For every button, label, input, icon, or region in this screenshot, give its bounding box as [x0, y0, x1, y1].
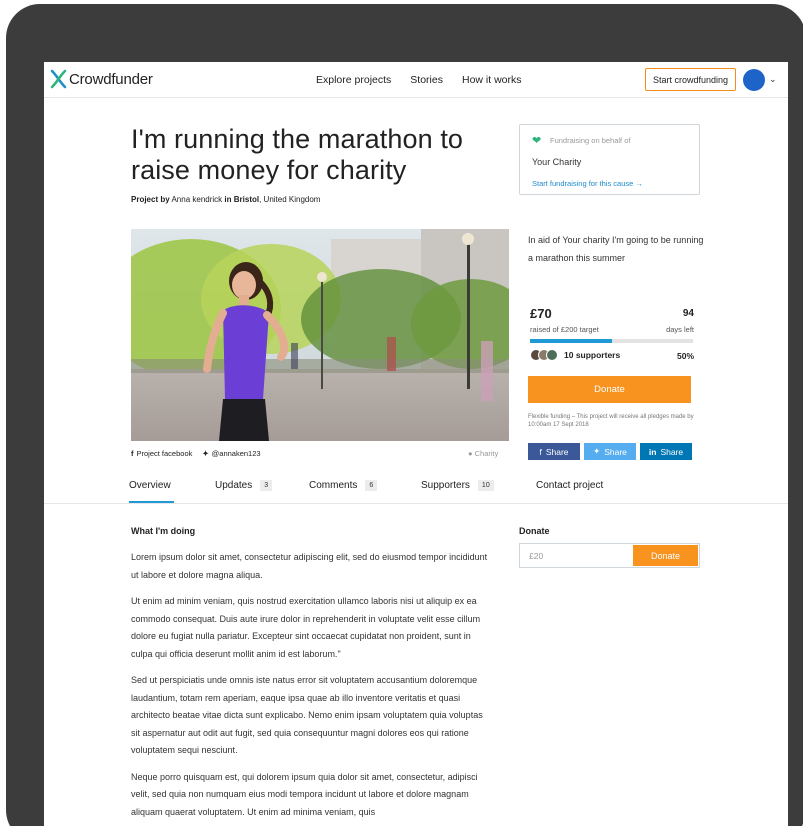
- tab-overview[interactable]: Overview: [129, 480, 171, 491]
- project-tabs: Overview Updates 3 Comments 6 Supporters…: [44, 474, 788, 504]
- facebook-icon: f: [539, 446, 542, 457]
- category-label: Charity: [474, 449, 499, 458]
- linkedin-share-button[interactable]: in Share: [640, 443, 692, 460]
- nav-explore-projects[interactable]: Explore projects: [316, 74, 391, 86]
- supporters-count: 10 supporters: [564, 350, 621, 360]
- facebook-icon: f: [131, 449, 134, 458]
- project-byline: Project by Anna kendrick in Bristol, Uni…: [131, 195, 320, 204]
- page-title: I'm running the marathon to raise money …: [131, 124, 464, 185]
- funding-progress-bar: [530, 339, 693, 343]
- share-buttons: f Share ✦ Share in Share: [528, 443, 692, 460]
- byline-prefix: Project by: [131, 195, 170, 204]
- tablet-frame: Crowdfunder Explore projects Stories How…: [6, 4, 803, 826]
- byline-in: in: [224, 195, 232, 204]
- author-link[interactable]: Anna kendrick: [171, 195, 222, 204]
- tab-count-badge: 10: [477, 480, 494, 491]
- brand-logo[interactable]: Crowdfunder: [50, 69, 153, 89]
- tab-label: Updates: [215, 480, 253, 491]
- project-summary: In aid of Your charity I'm going to be r…: [528, 235, 704, 263]
- description-paragraph: Sed ut perspiciatis unde omnis iste natu…: [131, 675, 483, 755]
- description-paragraph: Lorem ipsum dolor sit amet, consectetur …: [131, 552, 488, 580]
- tab-supporters[interactable]: Supporters 10: [421, 480, 494, 491]
- brand-name: Crowdfunder: [69, 70, 153, 88]
- top-nav: Crowdfunder Explore projects Stories How…: [44, 62, 788, 98]
- raised-target: raised of £200 target: [530, 325, 599, 334]
- donate-box-title: Donate: [519, 526, 550, 536]
- byline-country: , United Kingdom: [259, 195, 321, 204]
- tag-icon: ●: [468, 449, 473, 458]
- supporter-avatar: [546, 349, 558, 361]
- linkedin-icon: in: [648, 446, 657, 457]
- start-crowdfunding-button[interactable]: Start crowdfunding: [645, 68, 736, 91]
- project-description: Lorem ipsum dolor sit amet, consectetur …: [131, 549, 493, 826]
- funding-progress-fill: [530, 339, 612, 343]
- tab-contact-project[interactable]: Contact project: [536, 480, 603, 491]
- description-paragraph: Ut enim ad minim veniam, quis nostrud ex…: [131, 596, 481, 659]
- project-facebook-label: Project facebook: [136, 449, 193, 458]
- byline-city: Bristol: [233, 195, 260, 204]
- start-fundraising-link[interactable]: Start fundraising for this cause →: [532, 179, 643, 188]
- twitter-icon: ✦: [593, 446, 601, 456]
- tab-label: Contact project: [536, 480, 604, 491]
- share-label: Share: [660, 446, 684, 457]
- active-tab-indicator: [129, 501, 174, 503]
- donate-amount-input[interactable]: [520, 550, 630, 561]
- tab-label: Overview: [129, 480, 171, 491]
- days-left-label: days left: [666, 325, 694, 334]
- description-paragraph: Neque porro quisquam est, qui dolorem ip…: [131, 771, 478, 817]
- nav-stories[interactable]: Stories: [410, 74, 443, 86]
- tab-comments[interactable]: Comments 6: [309, 480, 378, 491]
- tab-label: Supporters: [421, 480, 470, 491]
- nav-how-it-works[interactable]: How it works: [462, 74, 522, 86]
- nav-links: Explore projects Stories How it works: [316, 74, 522, 86]
- twitter-share-button[interactable]: ✦ Share: [584, 443, 636, 460]
- donate-amount-box: Donate: [519, 543, 700, 568]
- heart-icon: ❤: [532, 135, 542, 147]
- cause-label: Fundraising on behalf of: [550, 136, 631, 145]
- facebook-share-button[interactable]: f Share: [528, 443, 580, 460]
- days-left-count: 94: [682, 308, 694, 319]
- share-label: Share: [604, 446, 627, 457]
- project-twitter-handle: @annaken123: [211, 449, 261, 458]
- crowdfunder-logo-icon: [50, 69, 67, 89]
- supporters-summary[interactable]: 10 supporters: [530, 349, 620, 361]
- project-twitter-link[interactable]: ✦ @annaken123: [202, 449, 260, 458]
- donate-submit-button[interactable]: Donate: [633, 545, 698, 566]
- cause-card: ❤ Fundraising on behalf of Your Charity …: [519, 124, 700, 195]
- share-label: Share: [545, 446, 569, 457]
- funded-percent: 50%: [676, 351, 694, 361]
- project-image: [131, 229, 509, 441]
- avatar[interactable]: [743, 69, 765, 91]
- browser-screen: Crowdfunder Explore projects Stories How…: [44, 62, 788, 826]
- tab-label: Comments: [309, 480, 358, 491]
- cause-name[interactable]: Your Charity: [532, 157, 581, 167]
- tab-updates[interactable]: Updates 3: [215, 480, 273, 491]
- twitter-icon: ✦: [202, 449, 209, 458]
- section-heading: What I'm doing: [131, 526, 196, 536]
- tab-count-badge: 3: [260, 480, 273, 491]
- funding-note: Flexible funding – This project will rec…: [528, 414, 694, 428]
- category-tag[interactable]: ● Charity: [468, 449, 498, 458]
- tab-count-badge: 6: [365, 480, 378, 491]
- project-facebook-link[interactable]: f Project facebook: [131, 449, 192, 458]
- chevron-down-icon[interactable]: ⌄: [769, 74, 777, 85]
- runner-photo: [131, 229, 509, 441]
- raised-amount: £70: [530, 306, 552, 321]
- donate-button[interactable]: Donate: [528, 376, 691, 403]
- image-caption-links: f Project facebook ✦ @annaken123: [131, 449, 261, 458]
